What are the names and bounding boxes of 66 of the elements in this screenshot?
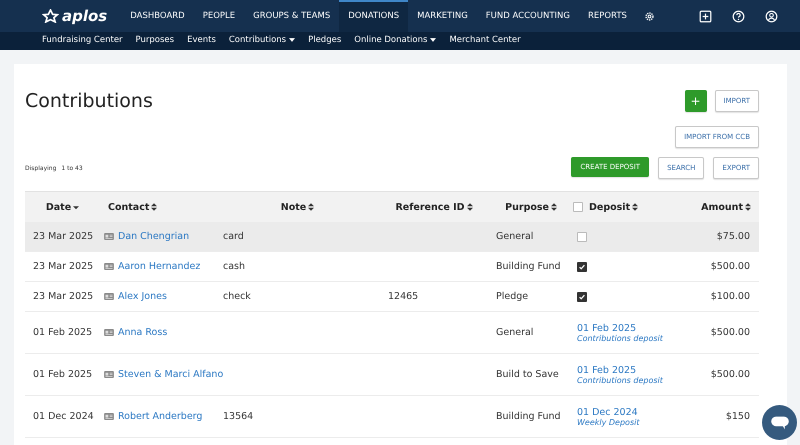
date-cell: 01 Feb 2025 — [33, 327, 92, 338]
add-button[interactable]: + — [684, 90, 707, 112]
nav-tab[interactable]: PEOPLE — [194, 0, 244, 32]
amount-cell: $500.00 — [710, 327, 750, 338]
amount-cell: $500.00 — [710, 369, 750, 380]
contact-link[interactable]: Aaron Hernandez — [118, 261, 200, 272]
note-cell: cash — [223, 261, 246, 272]
contact-link[interactable]: Anna Ross — [118, 327, 168, 338]
logo-text: aplos — [62, 7, 108, 25]
purpose-cell: Build to Save — [496, 369, 559, 380]
deposit-link[interactable]: 01 Feb 2025 — [577, 322, 636, 334]
contact-link[interactable]: Dan Chengrian — [118, 231, 190, 242]
purpose-cell: General — [496, 327, 534, 338]
contact-link[interactable]: Robert Anderberg — [118, 411, 202, 422]
subnav-link[interactable]: Merchant Center — [449, 35, 521, 45]
subnav-link[interactable]: Fundraising Center — [42, 35, 123, 45]
subnav-link[interactable]: Contributions — [228, 35, 296, 45]
nav-tab[interactable]: REPORTS — [578, 0, 636, 32]
nav-tab[interactable]: FUND ACCOUNTING — [476, 0, 579, 32]
column-header[interactable]: Purpose — [505, 202, 557, 212]
subnav-link[interactable]: Online Donations — [354, 35, 436, 45]
table-row[interactable]: 23 Mar 2025 Alex Jones check 12465 Pledge $100.00 — [25, 282, 759, 312]
column-header[interactable]: Deposit — [589, 202, 638, 212]
purpose-cell: General — [496, 231, 534, 242]
deposit-name-link[interactable]: Weekly Deposit — [577, 418, 640, 426]
table-row[interactable]: 01 Dec 2024 Robert Anderberg 13564 Building Fund 01 Dec 2024 Weekly Deposit $150 — [25, 396, 759, 438]
reference-id-cell: 12465 — [388, 291, 418, 302]
column-header[interactable]: Amount — [701, 202, 751, 212]
note-cell: check — [223, 291, 251, 302]
deposit-link[interactable]: 01 Feb 2025 — [577, 364, 636, 376]
date-cell: 23 Mar 2025 — [33, 261, 94, 272]
subnav-link[interactable]: Pledges — [308, 35, 342, 45]
deposit-name-link[interactable]: Contributions deposit — [577, 334, 663, 342]
amount-cell: $500.00 — [710, 261, 750, 272]
note-cell: card — [223, 231, 244, 242]
date-cell: 23 Mar 2025 — [33, 231, 94, 242]
column-header[interactable]: Reference ID — [395, 202, 473, 212]
deposit-link[interactable]: 01 Dec 2024 — [577, 406, 638, 418]
purpose-cell: Pledge — [496, 291, 528, 302]
page-title: Contributions — [25, 89, 153, 112]
column-header[interactable]: Date — [46, 202, 80, 212]
subnav-link[interactable]: Events — [187, 35, 216, 45]
date-cell: 01 Feb 2025 — [33, 369, 92, 380]
subnav-link[interactable]: Purposes — [136, 35, 174, 45]
purpose-cell: Building Fund — [496, 261, 561, 272]
table-row[interactable]: 23 Mar 2025 Aaron Hernandez cash Building Fund $500.00 — [25, 252, 759, 282]
note-cell: 13564 — [223, 411, 254, 422]
date-cell: 01 Dec 2024 — [33, 411, 94, 422]
table-row[interactable]: 23 Mar 2025 Dan Chengrian card General $75.00 — [25, 222, 759, 252]
column-header[interactable]: Contact — [108, 202, 158, 212]
contact-link[interactable]: Alex Jones — [118, 291, 167, 302]
date-cell: 23 Mar 2025 — [33, 291, 94, 302]
deposit-name-link[interactable]: Contributions deposit — [577, 376, 663, 384]
contact-link[interactable]: Steven & Marci Alfano — [118, 369, 224, 380]
logo[interactable]: aplos — [42, 7, 108, 25]
column-header[interactable]: Note — [280, 202, 314, 212]
table-row[interactable]: 01 Feb 2025 Steven & Marci Alfano Build to Save 01 Feb 2025 Contributions deposit $500.00 — [25, 354, 759, 396]
nav-tab[interactable]: GROUPS & TEAMS — [244, 0, 340, 32]
amount-cell: $100.00 — [710, 291, 750, 302]
table-row[interactable]: 01 Feb 2025 Anna Ross General 01 Feb 2025 Contributions deposit $500.00 — [25, 312, 759, 354]
nav-tab[interactable]: DASHBOARD — [121, 0, 194, 32]
nav-tab[interactable]: DONATIONS — [339, 0, 408, 32]
nav-tab[interactable]: MARKETING — [408, 0, 477, 32]
amount-cell: $75.00 — [716, 231, 750, 242]
purpose-cell: Building Fund — [496, 411, 561, 422]
amount-cell: $150 — [726, 411, 750, 422]
